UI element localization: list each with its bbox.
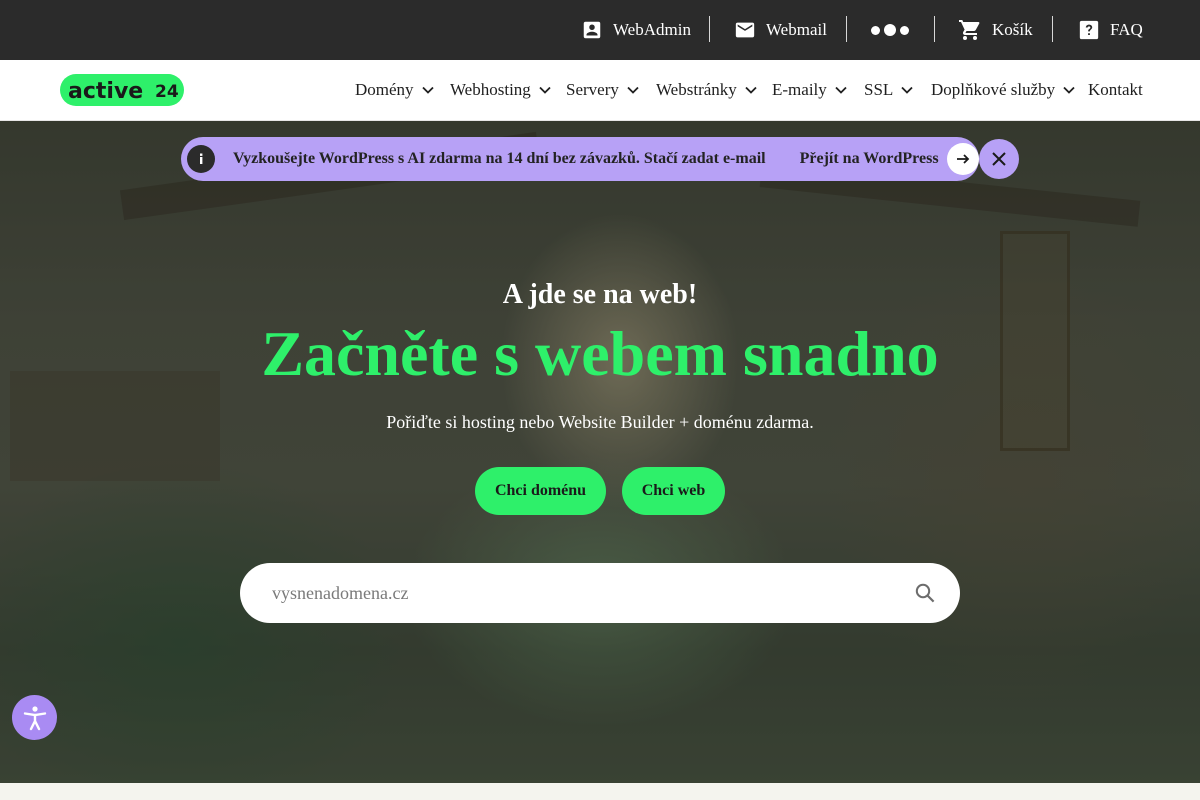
nav-domeny[interactable]: Domény [355, 60, 434, 120]
brand-logo[interactable]: active 24 [60, 74, 184, 106]
hero-subline: Pořiďte si hosting nebo Website Builder … [386, 412, 814, 432]
nav-webhosting[interactable]: Webhosting [450, 60, 551, 120]
help-icon [1079, 20, 1099, 40]
nav-webstranky[interactable]: Webstránky [656, 60, 757, 120]
logo-wordmark: active [68, 79, 143, 104]
main-navigation: active 24 Domény Webhosting Servery Webs… [0, 60, 1200, 121]
divider [934, 16, 935, 42]
nav-label: Doplňkové služby [931, 80, 1056, 99]
webadmin-label: WebAdmin [613, 20, 691, 39]
promo-banner-text: Vyzkoušejte WordPress s AI zdarma na 14 … [233, 150, 766, 167]
domain-search-box [240, 563, 960, 623]
account-box-icon [583, 21, 601, 39]
chevron-down-icon [835, 86, 847, 94]
chevron-down-icon [745, 86, 757, 94]
accessibility-icon [23, 705, 46, 730]
faq-link[interactable]: FAQ [1078, 0, 1143, 60]
arrow-right-icon[interactable] [946, 143, 979, 175]
hero-eyebrow: A jde se na web! [502, 279, 698, 310]
more-menu-button[interactable] [871, 0, 909, 60]
nav-label: E-maily [772, 80, 827, 99]
nav-label: Webstránky [656, 80, 737, 99]
active24-logo: active 24 [60, 74, 184, 106]
want-web-button[interactable]: Chci web [622, 467, 725, 515]
nav-label: SSL [864, 80, 894, 99]
webmail-link[interactable]: Webmail [734, 0, 827, 60]
logo-number: 24 [155, 82, 179, 102]
hero-section: Vyzkoušejte WordPress s AI zdarma na 14 … [0, 121, 1200, 783]
nav-doplnkove-sluzby[interactable]: Doplňkové služby [931, 60, 1075, 120]
hero-headline: Začněte s webem snadno [261, 318, 939, 389]
nav-emaily[interactable]: E-maily [772, 60, 847, 120]
promo-banner-link[interactable]: Přejít na WordPress [800, 150, 939, 168]
cart-label: Košík [992, 20, 1033, 39]
more-dots-icon [871, 24, 909, 36]
close-icon [992, 152, 1006, 166]
domain-search-input[interactable] [272, 563, 892, 623]
cart-link[interactable]: Košík [958, 0, 1033, 60]
chevron-down-icon [627, 86, 639, 94]
nav-kontakt[interactable]: Kontakt [1088, 60, 1143, 120]
info-icon [187, 145, 215, 173]
divider [846, 16, 847, 42]
hero-background-image [0, 121, 1200, 783]
chevron-down-icon [539, 86, 551, 94]
want-domain-button[interactable]: Chci doménu [475, 467, 606, 515]
chevron-down-icon [1063, 86, 1075, 94]
divider [1052, 16, 1053, 42]
nav-label: Servery [566, 80, 619, 99]
nav-label: Domény [355, 80, 414, 99]
nav-label: Kontakt [1088, 80, 1143, 99]
mail-icon [735, 22, 755, 38]
chevron-down-icon [901, 86, 913, 94]
promo-banner: Vyzkoušejte WordPress s AI zdarma na 14 … [181, 137, 979, 181]
divider [709, 16, 710, 42]
top-utility-bar: WebAdmin Webmail Košík FAQ [0, 0, 1200, 60]
webmail-label: Webmail [766, 20, 827, 39]
nav-servery[interactable]: Servery [566, 60, 639, 120]
accessibility-button[interactable] [12, 695, 57, 740]
webadmin-link[interactable]: WebAdmin [581, 0, 691, 60]
faq-label: FAQ [1110, 20, 1143, 39]
nav-label: Webhosting [450, 80, 531, 99]
cart-icon [959, 20, 980, 40]
search-icon[interactable] [913, 581, 937, 605]
promo-banner-close-button[interactable] [979, 139, 1019, 179]
nav-ssl[interactable]: SSL [864, 60, 913, 120]
chevron-down-icon [421, 86, 434, 94]
